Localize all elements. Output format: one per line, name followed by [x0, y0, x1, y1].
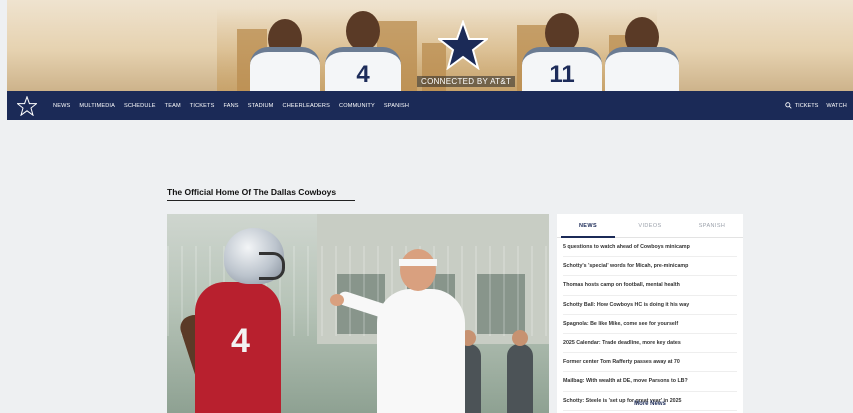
coach-hand	[330, 294, 344, 306]
nav-item-multimedia[interactable]: MULTIMEDIA	[79, 103, 115, 109]
page-title: The Official Home Of The Dallas Cowboys	[167, 187, 337, 197]
tab-videos[interactable]: VIDEOS	[619, 223, 681, 229]
nav-item-schedule[interactable]: SCHEDULE	[124, 103, 156, 109]
tickets-link-label: TICKETS	[794, 102, 819, 109]
player-image-3: 11	[522, 5, 602, 91]
headline-item[interactable]: Spagnola: Be like Mike, come see for you…	[563, 315, 737, 334]
headline-item[interactable]: Schotty's 'special' words for Micah, pre…	[563, 257, 737, 277]
headline-item[interactable]: 5 questions to watch ahead of Cowboys mi…	[563, 238, 737, 258]
cowboys-star-logo[interactable]	[438, 20, 488, 70]
headline-list: 5 questions to watch ahead of Cowboys mi…	[557, 238, 743, 411]
nav-item-news[interactable]: NEWS	[53, 103, 70, 109]
hero-image[interactable]: 4	[167, 214, 549, 413]
more-news-link[interactable]: More News	[557, 401, 743, 407]
nav-items: NEWS MULTIMEDIA SCHEDULE TEAM TICKETS FA…	[53, 103, 409, 109]
headline-item[interactable]: 2025 Calendar: Trade deadline, more key …	[563, 334, 737, 354]
nav-right: TICKETS WATCH	[785, 91, 847, 120]
main-nav: NEWS MULTIMEDIA SCHEDULE TEAM TICKETS FA…	[7, 91, 853, 120]
headline-item[interactable]: Thomas hosts camp on football, mental he…	[563, 276, 737, 296]
nav-star-logo[interactable]	[7, 91, 47, 120]
nav-item-stadium[interactable]: STADIUM	[248, 103, 274, 109]
nav-item-cheerleaders[interactable]: CHEERLEADERS	[283, 103, 331, 109]
nav-item-team[interactable]: TEAM	[165, 103, 181, 109]
quarterback-number: 4	[231, 322, 250, 360]
active-tab-indicator	[561, 236, 615, 238]
coach-headband	[399, 259, 437, 266]
connected-by-att-label: CONNECTED BY AT&T	[417, 76, 516, 87]
helmet-facemask	[259, 252, 285, 280]
headline-item[interactable]: Mailbag: With wealth at DE, move Parsons…	[563, 372, 737, 392]
nav-item-tickets[interactable]: TICKETS	[190, 103, 215, 109]
tickets-search-link[interactable]: TICKETS	[785, 102, 819, 109]
nav-item-community[interactable]: COMMUNITY	[339, 103, 375, 109]
player-image-1	[250, 11, 320, 91]
player-image-4	[605, 9, 679, 91]
news-tabs: NEWS VIDEOS SPANISH	[557, 214, 743, 238]
nav-item-spanish[interactable]: SPANISH	[384, 103, 409, 109]
news-panel: NEWS VIDEOS SPANISH 5 questions to watch…	[557, 214, 743, 413]
background-person	[507, 330, 533, 413]
player-image-2: 4	[325, 3, 401, 91]
star-icon	[17, 95, 37, 116]
headline-item[interactable]: Former center Tom Rafferty passes away a…	[563, 353, 737, 373]
coach-head	[400, 249, 436, 291]
search-icon	[785, 102, 792, 109]
title-underline	[167, 200, 355, 201]
hero-banner: 4 11 CONNECTED BY AT&T	[7, 0, 853, 91]
watch-link[interactable]: WATCH	[826, 103, 847, 109]
tab-spanish[interactable]: SPANISH	[681, 223, 743, 229]
nav-item-fans[interactable]: FANS	[223, 103, 238, 109]
headline-item[interactable]: Schotty Ball: How Cowboys HC is doing it…	[563, 296, 737, 315]
tab-news[interactable]: NEWS	[557, 223, 619, 229]
